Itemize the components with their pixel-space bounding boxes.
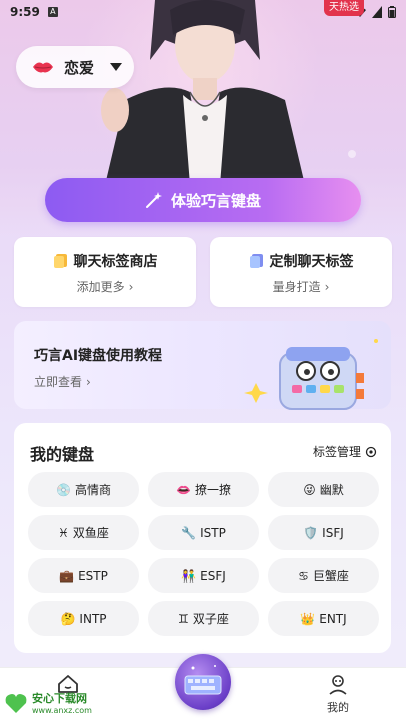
chip-label: 双子座 — [192, 612, 229, 626]
chip-label: ENTJ — [319, 611, 347, 626]
nav-mine-label: 我的 — [327, 701, 349, 714]
watermark-brand: 安心下载网 — [32, 692, 87, 705]
chip-emoji-icon: ♓ — [58, 525, 69, 540]
keyboard-chip[interactable]: 😜 幽默 — [268, 472, 379, 507]
character-illustration — [101, 0, 305, 185]
keyboard-chip[interactable]: ♋ 巨蟹座 — [268, 558, 379, 593]
try-keyboard-button[interactable]: 体验巧言键盘 — [45, 178, 361, 222]
keyboard-chip[interactable]: 👑 ENTJ — [268, 601, 379, 636]
keyboard-chip[interactable]: 💼 ESTP — [28, 558, 139, 593]
tutorial-title: 巧言AI键盘使用教程 — [34, 348, 163, 364]
tutorial-sub: 立即查看 — [34, 375, 83, 389]
keyboard-chip[interactable]: 🔧 ISTP — [148, 515, 259, 550]
tag-manage-button[interactable]: 标签管理 — [313, 443, 377, 460]
tag-manage-label: 标签管理 — [312, 445, 361, 459]
keyboard-fab-button[interactable] — [175, 654, 231, 710]
chip-emoji-icon: 😜 — [303, 482, 316, 497]
chip-label: 幽默 — [319, 483, 344, 497]
try-keyboard-label: 体验巧言键盘 — [170, 191, 261, 210]
chip-emoji-icon: 👄 — [176, 482, 191, 497]
mode-selector[interactable]: 恋爱 — [16, 46, 134, 88]
chevron-down-icon — [110, 63, 123, 71]
chip-label: 撩一撩 — [194, 483, 231, 497]
chip-label: ISFJ — [322, 525, 344, 540]
chevron-right-icon: › — [324, 279, 330, 294]
chip-emoji-icon: 🛡️ — [303, 525, 319, 540]
chat-tag-shop-card[interactable]: 聊天标签商店 添加更多 › — [14, 237, 196, 307]
tutorial-banner[interactable]: 巧言AI键盘使用教程 立即查看 › — [14, 321, 391, 410]
keyboard-mascot-illustration — [244, 339, 378, 410]
sparkle-decoration — [348, 150, 356, 158]
chip-label: INTP — [79, 611, 107, 626]
chip-label: ESTP — [78, 568, 108, 583]
watermark: 安心下载网 www.anxz.com — [4, 690, 92, 715]
chip-emoji-icon: 💿 — [56, 482, 71, 497]
chip-label: 巨蟹座 — [312, 569, 349, 583]
keyboard-chip-grid: 💿 高情商 👄 撩一撩 😜 幽默 ♓ 双鱼座 🔧 ISTP 🛡️ ISFJ 💼 ESTP 👫 E… — [28, 472, 379, 636]
keyboard-chip[interactable]: ♊ 双子座 — [148, 601, 259, 636]
chat-tag-shop-sub: 添加更多 — [76, 280, 125, 294]
chip-emoji-icon: ♊ — [178, 611, 189, 626]
signal-icon — [372, 6, 382, 18]
watermark-url: www.anxz.com — [32, 706, 92, 715]
battery-icon — [388, 6, 396, 18]
chip-emoji-icon: 🤔 — [60, 611, 76, 626]
chip-emoji-icon: 👫 — [181, 568, 197, 583]
gear-icon — [365, 446, 377, 457]
status-time: 9:59 — [10, 5, 40, 19]
keyboard-icon — [184, 665, 222, 695]
custom-tag-icon — [249, 254, 263, 268]
custom-chat-tag-card[interactable]: 定制聊天标签 量身打造 › — [210, 237, 392, 307]
my-keyboards-title: 我的键盘 — [30, 445, 95, 464]
chip-emoji-icon: ♋ — [298, 568, 309, 583]
tag-shop-icon — [53, 254, 67, 268]
chevron-right-icon: › — [128, 279, 134, 294]
keyboard-chip[interactable]: 💿 高情商 — [28, 472, 139, 507]
lips-icon — [33, 62, 53, 73]
chip-label: 高情商 — [74, 483, 111, 497]
chip-label: ESFJ — [200, 568, 226, 583]
profile-icon — [329, 675, 347, 695]
watermark-logo-icon — [5, 693, 27, 713]
chat-tag-shop-title: 聊天标签商店 — [73, 254, 158, 270]
chip-emoji-icon: 💼 — [59, 568, 75, 583]
chip-label: 双鱼座 — [72, 526, 109, 540]
mode-label: 恋爱 — [64, 58, 95, 77]
chip-emoji-icon: 👑 — [300, 611, 316, 626]
hot-badge[interactable]: 天热选 — [324, 0, 364, 16]
chevron-right-icon: › — [86, 374, 91, 389]
chip-emoji-icon: 🔧 — [181, 525, 197, 540]
my-keyboards-section: 我的键盘 标签管理 💿 高情商 👄 撩一撩 😜 幽默 ♓ 双鱼座 🔧 ISTP 🛡️ ISF… — [14, 423, 391, 653]
magic-wand-icon — [145, 192, 162, 208]
custom-chat-tag-title: 定制聊天标签 — [269, 254, 354, 270]
custom-chat-tag-sub: 量身打造 — [272, 280, 321, 294]
chip-label: ISTP — [200, 525, 226, 540]
keyboard-chip[interactable]: 🤔 INTP — [28, 601, 139, 636]
nav-mine[interactable]: 我的 — [308, 674, 368, 715]
keyboard-chip[interactable]: 👄 撩一撩 — [148, 472, 259, 507]
keyboard-chip[interactable]: 🛡️ ISFJ — [268, 515, 379, 550]
keyboard-chip[interactable]: ♓ 双鱼座 — [28, 515, 139, 550]
notification-a-icon: A — [47, 7, 58, 17]
keyboard-chip[interactable]: 👫 ESFJ — [148, 558, 259, 593]
